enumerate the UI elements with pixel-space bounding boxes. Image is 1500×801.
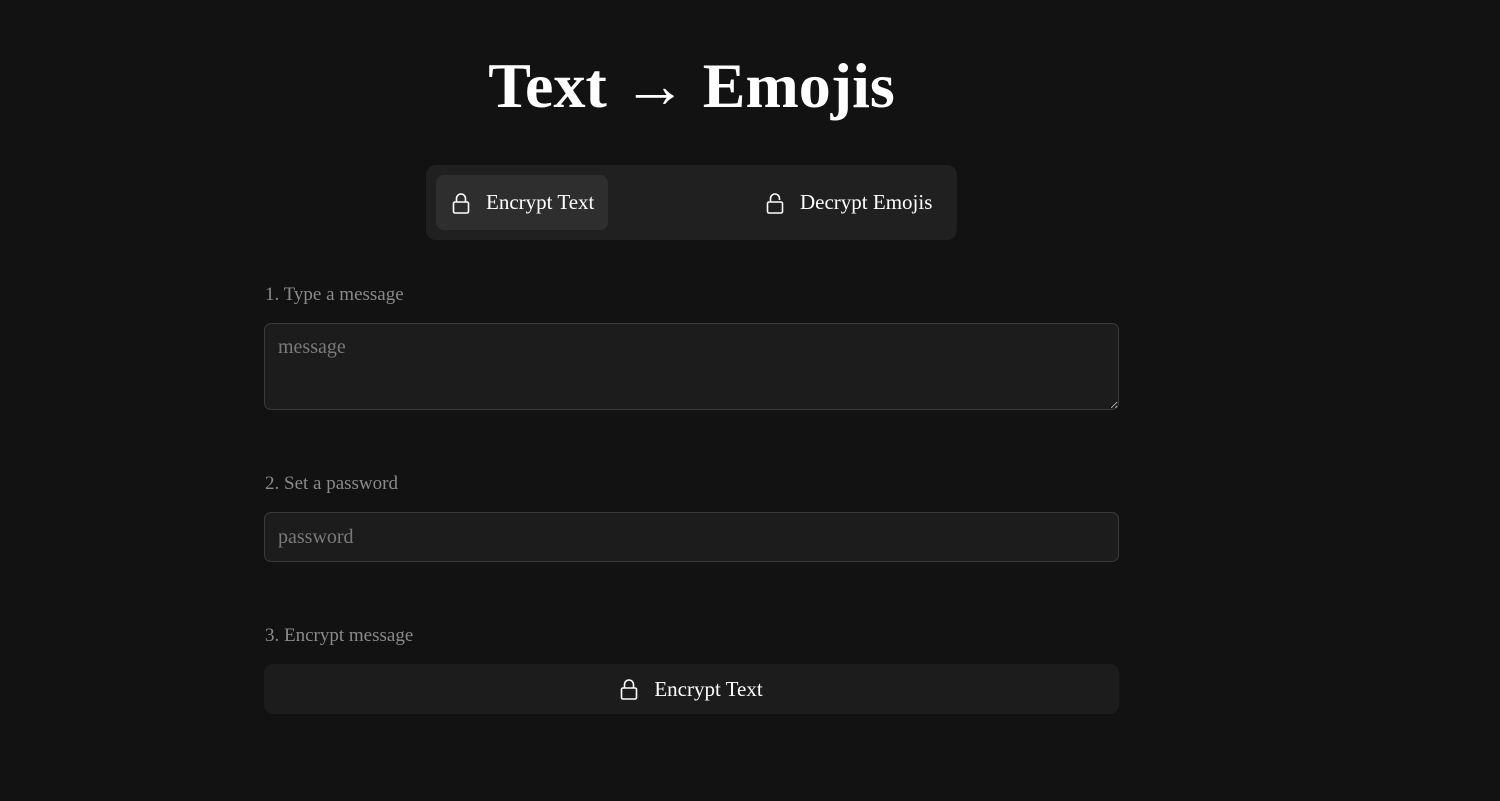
encrypt-button-label: Encrypt Text [654,676,763,701]
encrypt-button[interactable]: Encrypt Text [264,664,1119,714]
message-label: 1. Type a message [265,284,404,305]
lock-icon [452,192,470,214]
encrypt-label: 3. Encrypt message [265,625,414,646]
lock-icon [620,678,638,700]
page: Text → Emojis Encrypt Text Decrypt Emoji… [0,0,1500,801]
tab-encrypt-text-label: Encrypt Text [486,190,595,214]
unlock-icon [766,192,784,214]
tab-decrypt-emojis[interactable]: Decrypt Emojis [756,175,946,230]
password-label: 2. Set a password [265,473,398,494]
tab-encrypt-text[interactable]: Encrypt Text [436,175,608,230]
page-title: Text → Emojis [488,50,895,121]
message-input[interactable] [264,323,1119,410]
mode-tabs: Encrypt Text Decrypt Emojis [426,165,957,240]
tab-decrypt-emojis-label: Decrypt Emojis [800,190,933,214]
password-input[interactable] [264,512,1119,562]
